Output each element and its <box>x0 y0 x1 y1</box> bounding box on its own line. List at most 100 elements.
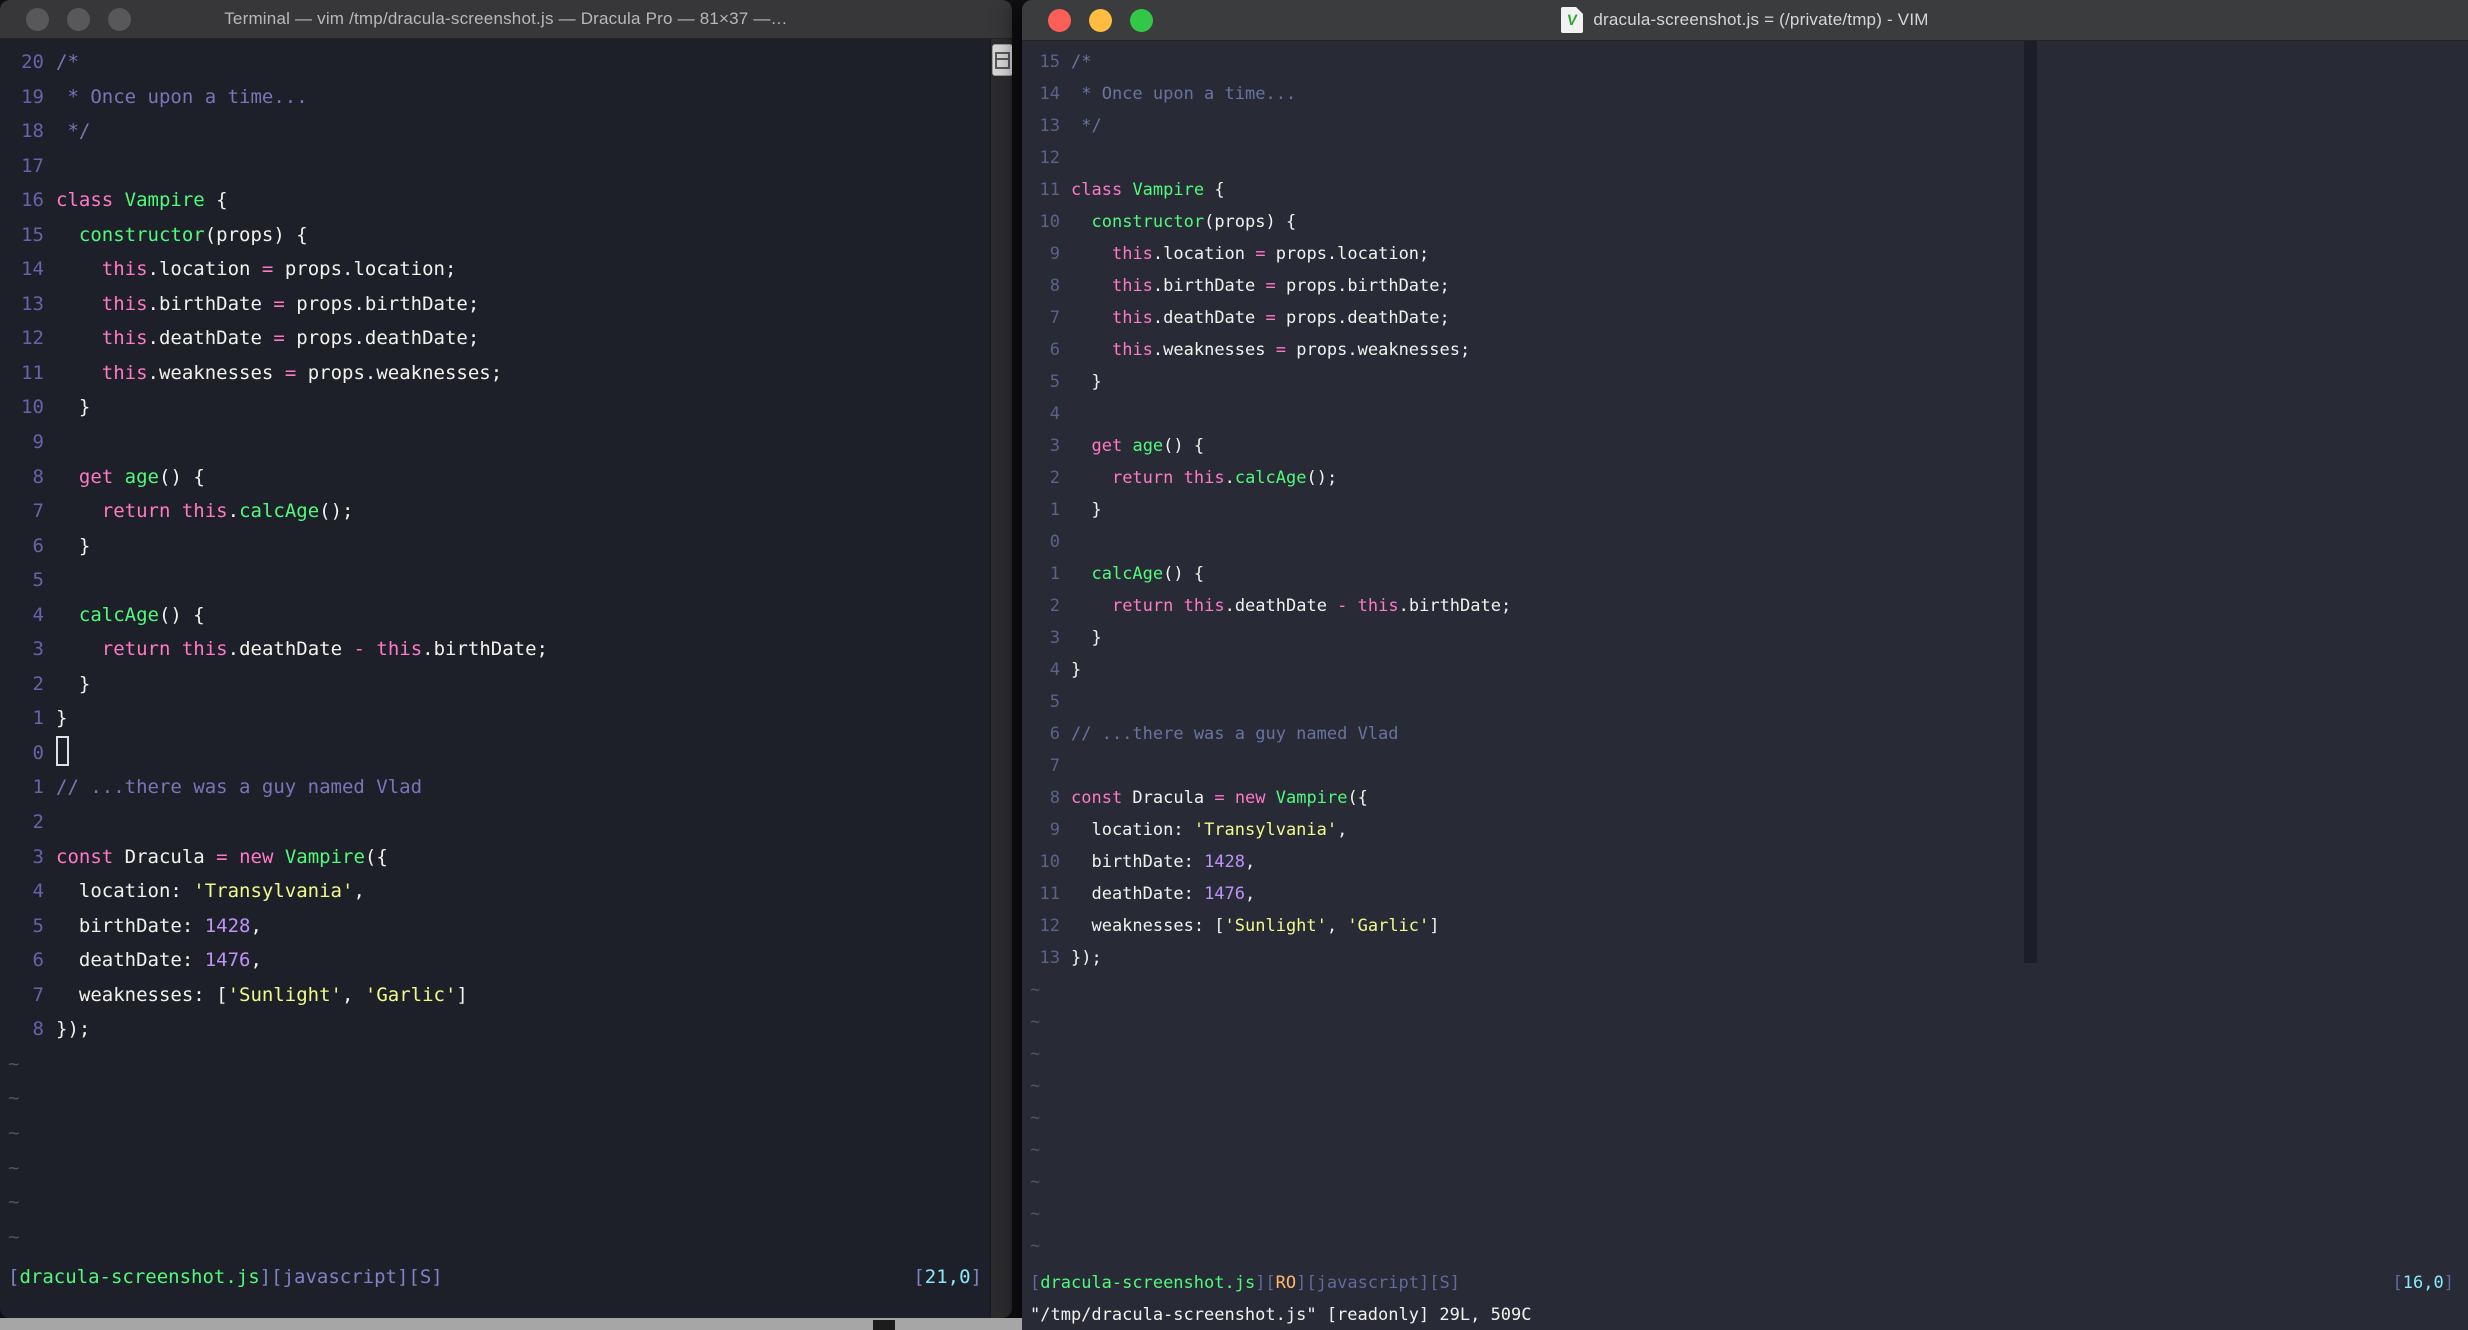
code-text: // ...there was a guy named Vlad <box>1071 724 1399 744</box>
zoom-button[interactable] <box>108 7 131 31</box>
empty-line-tilde: ~ <box>1030 1012 1041 1032</box>
code-line: 4 <box>1022 398 2468 430</box>
code-line: 8}); <box>0 1012 1012 1047</box>
code-text: // ...there was a guy named Vlad <box>56 776 423 799</box>
line-number: 7 <box>1049 308 1060 328</box>
line-number: 6 <box>32 534 44 557</box>
line-number: 20 <box>21 51 44 73</box>
line-number: 8 <box>1049 788 1060 808</box>
statusline-ruler: [21,0] <box>913 1266 982 1288</box>
code-line: 3 } <box>1022 622 2468 654</box>
empty-line-tilde: ~ <box>8 1191 20 1214</box>
code-text: } <box>1071 628 1102 648</box>
empty-line-tilde: ~ <box>1030 1108 1041 1128</box>
code-text: } <box>1071 372 1102 392</box>
minimize-button[interactable] <box>67 7 90 31</box>
line-number: 8 <box>32 1018 44 1041</box>
code-text: deathDate: 1476, <box>56 949 262 972</box>
line-number: 16 <box>21 189 44 212</box>
line-number: 12 <box>21 327 44 350</box>
code-line: 8 this.birthDate = props.birthDate; <box>1022 270 2468 302</box>
code-line: 10 birthDate: 1428, <box>1022 846 2468 878</box>
code-line: 5 birthDate: 1428, <box>0 909 1012 944</box>
line-number: 13 <box>1039 948 1060 968</box>
statusline-ruler: [16,0] <box>2392 1273 2454 1293</box>
code-line: 6 deathDate: 1476, <box>0 943 1012 978</box>
editor-body: 1 5 /* 14 * Once upon a time... 13 */12 11 cla… <box>1022 41 2468 1330</box>
line-number: 11 <box>21 361 44 384</box>
code-line: 2 } <box>0 667 1012 702</box>
code-text: get age() { <box>1091 436 1205 456</box>
line-number: 7 <box>32 500 44 523</box>
code-line: 3 const Dracula = new Vampire({ <box>0 840 1012 875</box>
code-line: 4 location: 'Transylvania', <box>0 874 1012 909</box>
code-text: class Vampire { <box>56 189 228 212</box>
code-line: 2 return this.calcAge(); <box>1022 462 2468 494</box>
code-line: 14 * Once upon a time... <box>1022 78 2468 110</box>
line-number: 9 <box>1049 820 1060 840</box>
code-line: 12 weaknesses: ['Sunlight', 'Garlic'] <box>1022 910 2468 942</box>
code-text: this.weaknesses = props.weaknesses; <box>1111 340 1471 360</box>
code-line: 5 <box>0 563 1012 598</box>
split-pane-button[interactable] <box>992 44 1012 76</box>
empty-line-tilde: ~ <box>1030 1172 1041 1192</box>
close-button[interactable] <box>1048 8 1071 32</box>
line-number: 6 <box>1049 724 1060 744</box>
code-text: } <box>1071 500 1102 520</box>
statusline-file-info: [dracula-screenshot.js][javascript][S] <box>8 1266 443 1288</box>
line-number: 1 <box>32 776 44 799</box>
code-text: return this.deathDate - this.birthDate; <box>1111 596 1512 616</box>
code-line: 7 return this.calcAge(); <box>0 494 1012 529</box>
code-text <box>56 736 69 771</box>
code-line: 13 */ <box>1022 110 2468 142</box>
code-line: 19 * Once upon a time... <box>0 80 1012 115</box>
empty-line-tilde: ~ <box>8 1121 20 1144</box>
minimize-button[interactable] <box>1089 8 1112 32</box>
line-number: 9 <box>1049 244 1060 264</box>
line-number: 3 <box>32 845 44 868</box>
editor-scrollbar[interactable] <box>2024 41 2037 963</box>
close-button[interactable] <box>26 7 49 31</box>
code-text: } <box>56 396 91 419</box>
terminal-titlebar: Terminal — vim /tmp/dracula-screenshot.j… <box>0 0 1012 39</box>
code-line: 17 <box>0 149 1012 184</box>
code-line: 8 const Dracula = new Vampire({ <box>1022 782 2468 814</box>
line-number: 7 <box>1049 756 1060 776</box>
code-line: 5 } <box>1022 366 2468 398</box>
line-number: 1 <box>1049 500 1060 520</box>
code-line: 3 return this.deathDate - this.birthDate… <box>0 632 1012 667</box>
line-number: 9 <box>32 431 44 454</box>
code-text: }); <box>1071 948 1102 968</box>
traffic-lights <box>1048 0 1153 40</box>
code-text: return this.calcAge(); <box>101 500 354 523</box>
line-number: 4 <box>1049 660 1060 680</box>
code-text: * Once upon a time... <box>56 85 308 108</box>
empty-line-tilde: ~ <box>8 1225 20 1248</box>
vim-statusline: [dracula-screenshot.js][javascript][S] [… <box>8 1260 982 1294</box>
code-line: 2 <box>0 805 1012 840</box>
empty-line-tilde: ~ <box>8 1156 20 1179</box>
line-number: 10 <box>1039 212 1060 232</box>
terminal-scrollbar[interactable] <box>990 39 1012 1318</box>
line-number: 5 <box>32 569 44 592</box>
line-number: 7 <box>32 983 44 1006</box>
line-number: 4 <box>32 880 44 903</box>
buffer[interactable]: 1 5 /* 14 * Once upon a time... 13 */12 11 cla… <box>1022 41 2468 1262</box>
code-text: } <box>1071 660 1082 680</box>
code-line: 5 <box>1022 686 2468 718</box>
code-line: 16 class Vampire { <box>0 183 1012 218</box>
buffer[interactable]: 20/* 19 * Once upon a time... 18 */17 16 cla… <box>0 39 1012 1254</box>
code-text: } <box>56 534 91 557</box>
line-number: 14 <box>1039 84 1060 104</box>
code-text: /* <box>1071 52 1092 72</box>
code-line: 6 } <box>0 529 1012 564</box>
code-line: 18 */ <box>0 114 1012 149</box>
line-number: 4 <box>1049 404 1060 424</box>
code-text: weaknesses: ['Sunlight', 'Garlic'] <box>56 983 468 1006</box>
code-line: 6 this.weaknesses = props.weaknesses; <box>1022 334 2468 366</box>
code-text: const Dracula = new Vampire({ <box>56 845 388 868</box>
code-line: 11 class Vampire { <box>1022 174 2468 206</box>
zoom-button[interactable] <box>1130 8 1153 32</box>
code-line: 12 <box>1022 142 2468 174</box>
code-line: 10 } <box>0 390 1012 425</box>
